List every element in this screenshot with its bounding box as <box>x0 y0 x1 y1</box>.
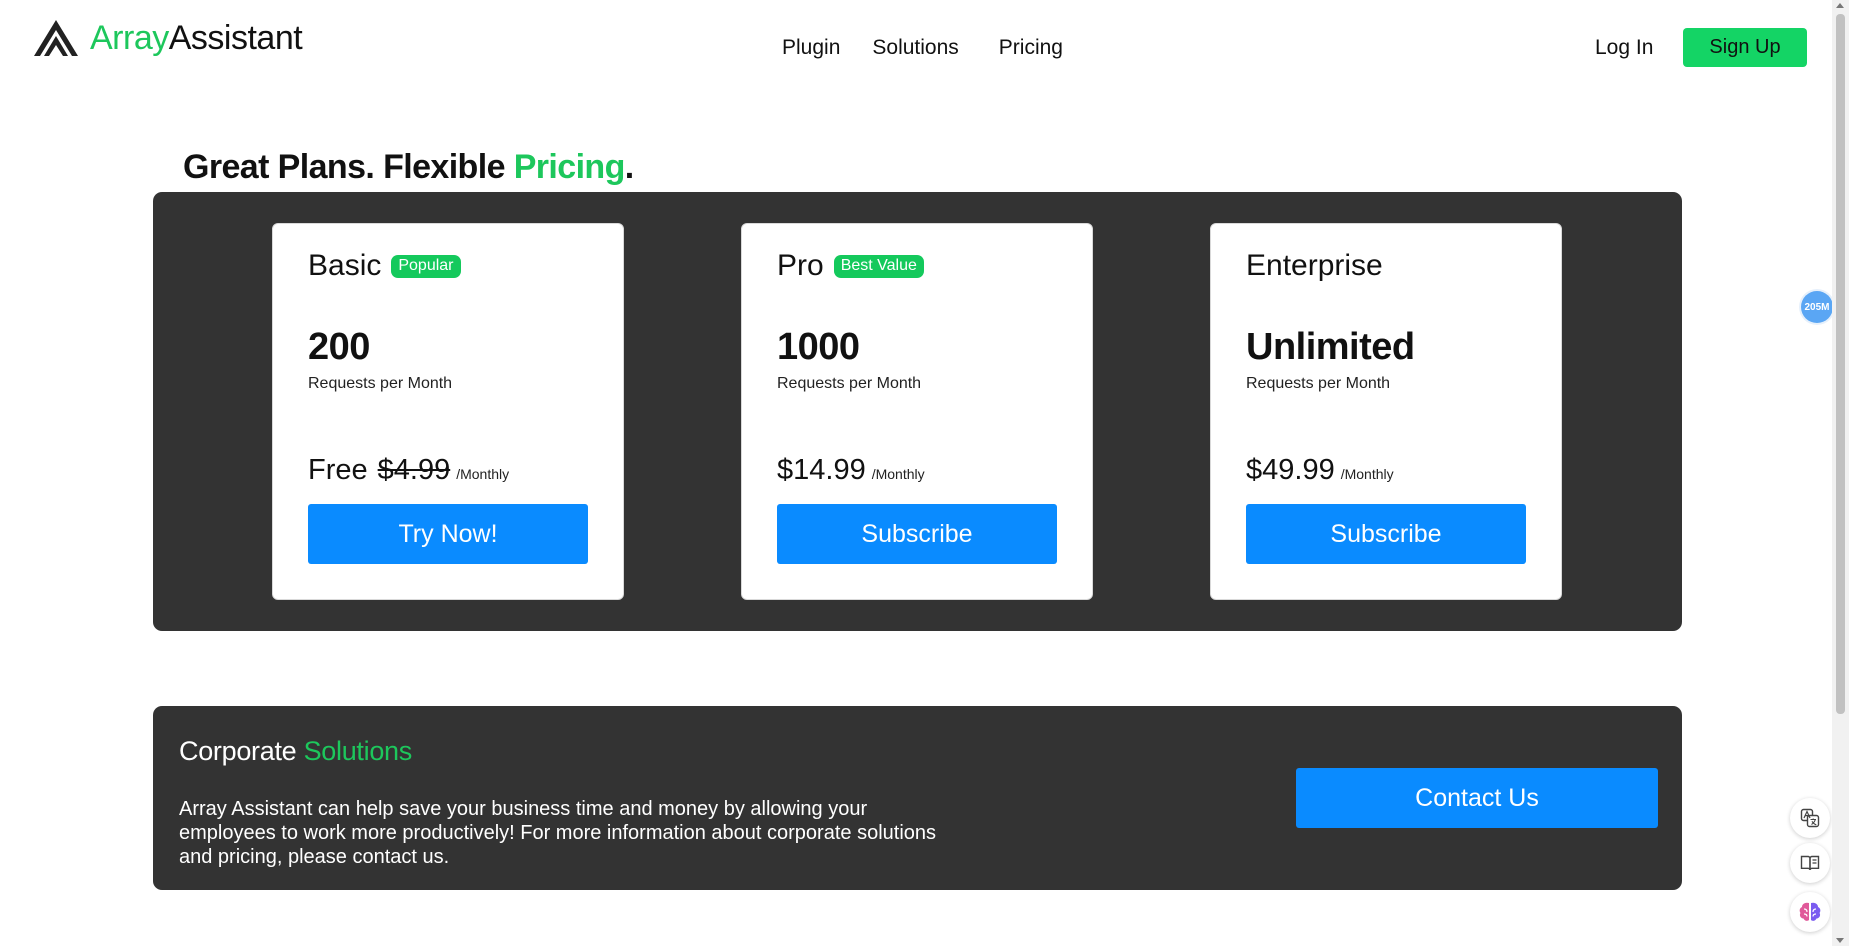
nav-item-plugin[interactable]: Plugin <box>782 36 840 60</box>
page-scrollbar[interactable] <box>1832 0 1849 946</box>
plan-price: $14.99 <box>777 454 866 486</box>
ai-assistant-tool[interactable] <box>1790 892 1830 932</box>
main-nav: Plugin Solutions Pricing <box>782 36 1063 60</box>
translate-tool[interactable] <box>1790 798 1830 838</box>
scroll-up-arrow-icon[interactable] <box>1836 3 1844 8</box>
corporate-panel: Corporate Solutions Array Assistant can … <box>153 706 1682 890</box>
plan-card-pro: Pro Best Value 1000 Requests per Month $… <box>741 223 1093 600</box>
corporate-title-part1: Corporate <box>179 736 304 766</box>
try-now-button[interactable]: Try Now! <box>308 504 588 564</box>
plan-name: Enterprise <box>1246 249 1383 282</box>
subscribe-pro-button[interactable]: Subscribe <box>777 504 1057 564</box>
page-title: Great Plans. Flexible Pricing. <box>183 148 634 187</box>
brand-name-part2: Assistant <box>168 18 303 57</box>
plan-price: Free <box>308 454 368 486</box>
plan-quantity: Unlimited <box>1246 326 1415 368</box>
page-title-part1: Great Plans. Flexible <box>183 148 514 186</box>
login-link[interactable]: Log In <box>1595 36 1653 60</box>
nav-item-pricing[interactable]: Pricing <box>999 36 1063 60</box>
brain-icon <box>1799 902 1821 921</box>
corporate-title-highlight: Solutions <box>303 736 413 766</box>
page-title-highlight: Pricing <box>513 148 626 186</box>
plan-card-basic: Basic Popular 200 Requests per Month Fre… <box>272 223 624 600</box>
book-icon <box>1800 855 1820 871</box>
plan-name-row: Pro Best Value <box>777 249 924 283</box>
translate-icon <box>1800 808 1820 828</box>
brand-logo[interactable]: ArrayAssistant <box>34 18 303 58</box>
plan-badge: Best Value <box>833 254 924 278</box>
scroll-down-arrow-icon[interactable] <box>1836 938 1844 943</box>
plan-quantity: 200 <box>308 326 370 368</box>
plan-price-row: Free $4.99 /Monthly <box>308 454 509 487</box>
plan-quantity-label: Requests per Month <box>308 375 453 392</box>
plan-name-row: Basic Popular <box>308 249 461 283</box>
plan-badge: Popular <box>391 254 461 278</box>
plan-quantity: 1000 <box>777 326 860 368</box>
reader-tool[interactable] <box>1790 843 1830 883</box>
scrollbar-thumb[interactable] <box>1836 14 1845 714</box>
subscribe-enterprise-button[interactable]: Subscribe <box>1246 504 1526 564</box>
contact-us-button[interactable]: Contact Us <box>1296 768 1658 828</box>
plan-name-row: Enterprise <box>1246 249 1383 283</box>
signup-button[interactable]: Sign Up <box>1683 28 1807 67</box>
plan-quantity-label: Requests per Month <box>777 375 922 392</box>
plan-old-price: $4.99 <box>377 454 451 486</box>
corporate-title: Corporate Solutions <box>179 736 412 767</box>
pricing-page: ArrayAssistant Plugin Solutions Pricing … <box>0 0 1849 946</box>
array-logo-icon <box>34 20 78 56</box>
plan-card-enterprise: Enterprise Unlimited Requests per Month … <box>1210 223 1562 600</box>
brand-name-part1: Array <box>90 18 169 57</box>
corporate-description: Array Assistant can help save your busin… <box>179 798 937 868</box>
plan-period: /Monthly <box>1340 466 1394 482</box>
plan-period: /Monthly <box>456 466 510 482</box>
plan-price-row: $14.99 /Monthly <box>777 454 925 487</box>
nav-item-solutions[interactable]: Solutions <box>872 36 958 60</box>
plan-quantity-label: Requests per Month <box>1246 375 1391 392</box>
page-title-part2: . <box>624 148 634 186</box>
extension-badge[interactable]: 205M <box>1801 291 1833 323</box>
pricing-panel: Basic Popular 200 Requests per Month Fre… <box>153 192 1682 631</box>
plan-price: $49.99 <box>1246 454 1335 486</box>
plan-price-row: $49.99 /Monthly <box>1246 454 1394 487</box>
plan-period: /Monthly <box>871 466 925 482</box>
brand-name: ArrayAssistant <box>90 18 303 58</box>
plan-name: Pro <box>777 249 824 282</box>
plan-name: Basic <box>308 249 382 282</box>
